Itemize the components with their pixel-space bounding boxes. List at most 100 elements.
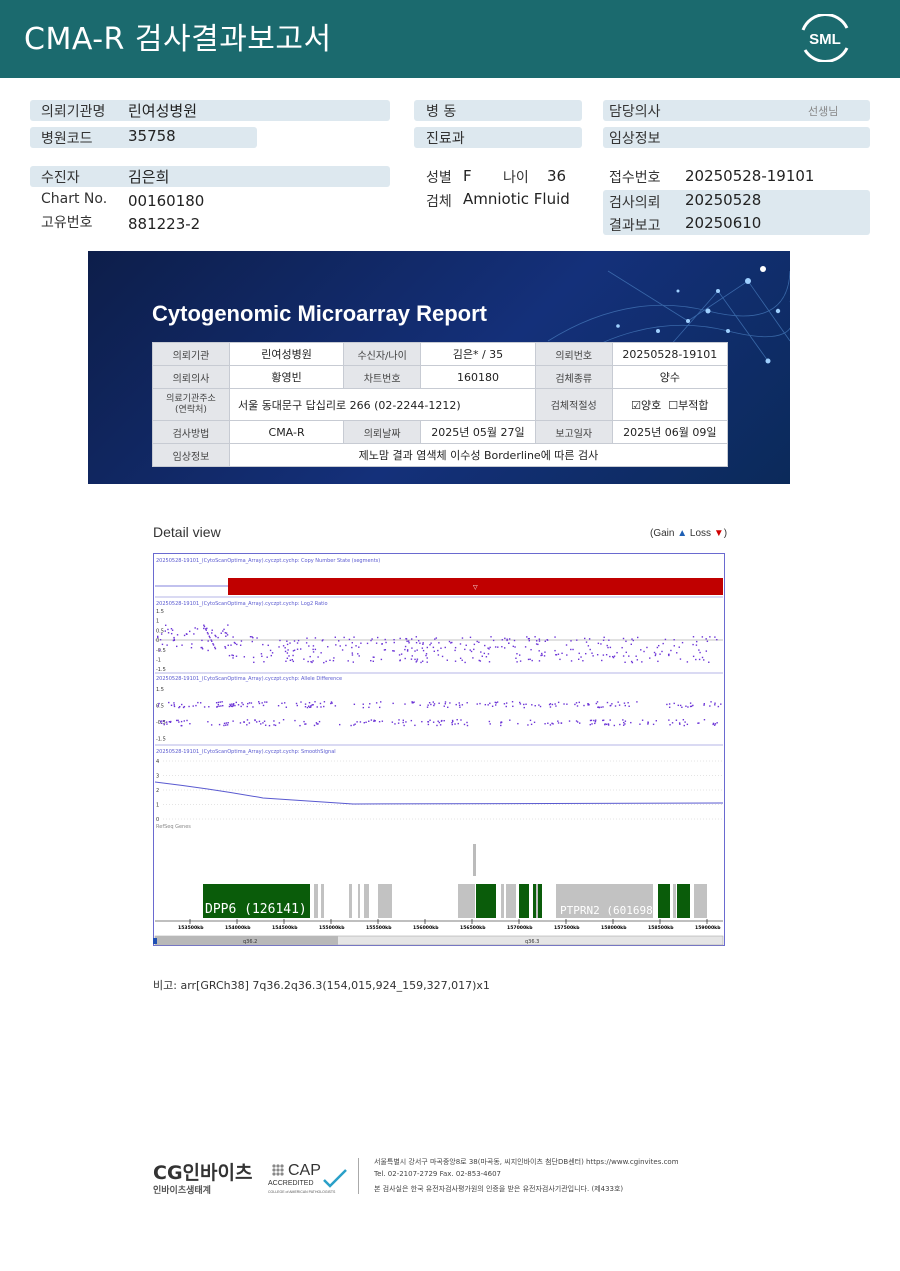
data-point	[170, 628, 173, 630]
data-point	[312, 660, 314, 662]
data-point	[516, 653, 518, 655]
data-point	[641, 661, 643, 663]
tick-label: 2	[156, 788, 159, 794]
data-point	[668, 719, 670, 721]
data-point	[183, 720, 185, 722]
data-point	[239, 722, 242, 724]
report-banner: Cytogenomic Microarray Report 의뢰기관 린여성병원…	[88, 251, 790, 484]
data-point	[454, 649, 456, 652]
data-point	[512, 645, 514, 648]
data-point	[253, 661, 255, 664]
cap-accredited-logo: CAP ACCREDITED COLLEGE of AMERICAN PATHO…	[268, 1162, 347, 1194]
data-point	[488, 720, 491, 723]
sml-logo: SML	[801, 14, 849, 62]
data-point	[557, 653, 560, 655]
data-point	[378, 720, 381, 723]
data-point	[333, 657, 335, 659]
data-point	[381, 720, 384, 722]
data-point	[505, 702, 508, 704]
data-point	[454, 660, 457, 662]
data-point	[372, 656, 375, 658]
data-point	[206, 627, 208, 630]
data-point	[192, 705, 194, 707]
data-point	[690, 705, 693, 708]
data-point	[300, 701, 302, 703]
data-point	[451, 719, 454, 722]
data-point	[429, 719, 431, 721]
data-point	[292, 654, 294, 657]
data-point	[224, 645, 226, 648]
data-point	[501, 645, 503, 648]
specimen-label: 검체	[426, 194, 452, 210]
data-point	[308, 701, 311, 704]
gene-block	[519, 884, 529, 918]
data-point	[339, 645, 341, 647]
data-point	[305, 723, 307, 725]
data-point	[211, 629, 213, 631]
data-point	[701, 656, 704, 659]
data-point	[676, 652, 678, 654]
data-point	[602, 706, 604, 708]
data-point	[319, 702, 322, 705]
chart-value: 00160180	[128, 192, 205, 210]
data-point	[686, 661, 689, 663]
data-point	[703, 703, 706, 705]
data-point	[220, 705, 222, 707]
data-point	[363, 722, 365, 724]
data-point	[459, 643, 462, 645]
data-point	[696, 640, 698, 643]
data-point	[635, 655, 637, 657]
data-point	[577, 658, 580, 660]
footer-address: 서울특별시 강서구 마곡중앙8로 38(마곡동, 씨지인바이츠 첨단DB센터) …	[374, 1158, 679, 1166]
data-point	[379, 706, 381, 709]
data-point	[652, 723, 655, 726]
data-point	[421, 647, 424, 649]
data-point	[285, 660, 287, 662]
data-point	[454, 723, 456, 725]
data-point	[547, 722, 549, 724]
data-point	[305, 642, 308, 644]
data-point	[428, 702, 431, 704]
data-point	[243, 721, 245, 723]
hospital-code-value: 35758	[128, 127, 176, 145]
data-point	[433, 650, 435, 652]
data-point	[630, 643, 632, 645]
report-cell: 의료기관주소 (연락처)	[152, 388, 230, 421]
gene-block	[506, 884, 516, 918]
data-point	[678, 722, 681, 724]
loss-triangle-icon: ▼	[713, 528, 724, 539]
report-cell: CMA-R	[228, 420, 345, 444]
data-point	[398, 719, 400, 721]
data-point	[438, 642, 440, 644]
data-point	[703, 704, 705, 706]
data-point	[158, 702, 160, 705]
data-point	[159, 649, 161, 651]
data-point	[441, 719, 443, 722]
data-point	[355, 645, 357, 647]
data-point	[374, 720, 376, 722]
data-point	[451, 641, 453, 644]
data-point	[508, 642, 510, 645]
data-point	[495, 702, 497, 704]
data-point	[466, 702, 468, 704]
ward-label: 병 동	[426, 104, 457, 120]
data-point	[446, 659, 448, 661]
data-point	[611, 703, 613, 705]
footer-divider	[358, 1158, 359, 1194]
data-point	[461, 704, 464, 706]
data-point	[489, 646, 491, 649]
data-point	[360, 642, 362, 644]
data-point	[420, 661, 422, 664]
data-point	[549, 706, 552, 708]
data-point	[527, 658, 530, 661]
data-point	[303, 720, 305, 723]
data-point	[656, 646, 659, 649]
data-point	[426, 646, 429, 649]
data-point	[448, 640, 451, 643]
data-point	[222, 630, 224, 632]
data-point	[217, 636, 219, 639]
tick-label: 1	[156, 619, 159, 625]
data-point	[624, 661, 626, 663]
data-point	[289, 659, 292, 662]
data-point	[606, 644, 608, 647]
